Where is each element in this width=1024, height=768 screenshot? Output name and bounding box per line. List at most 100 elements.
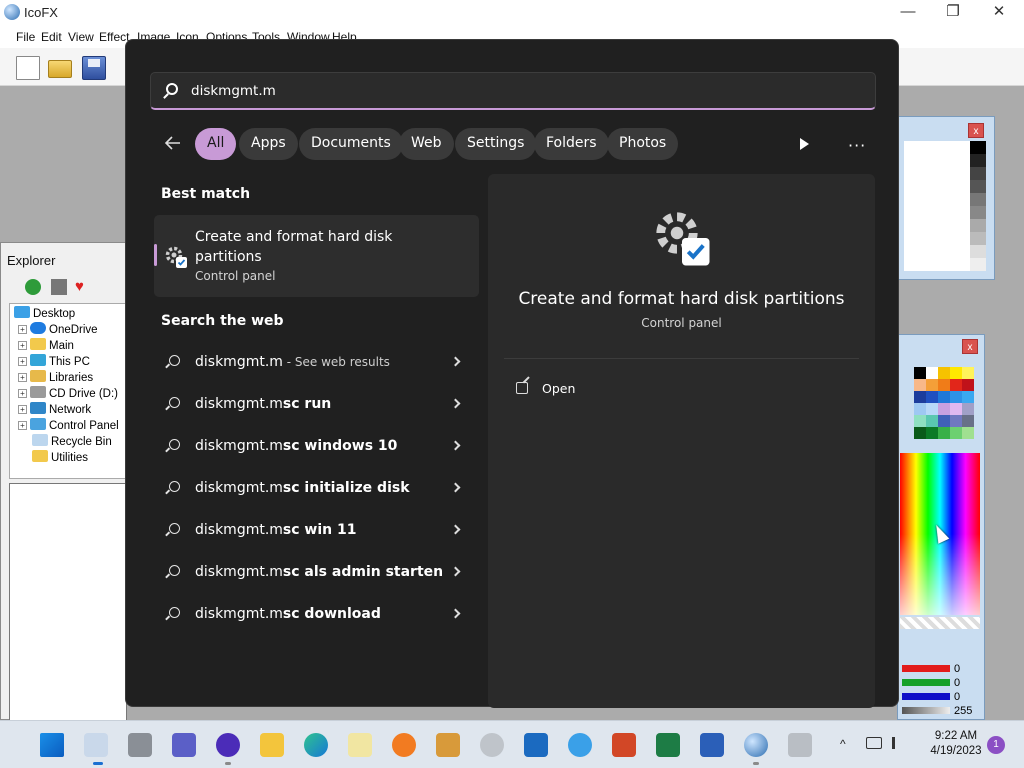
back-arrow-icon[interactable] [164, 134, 182, 152]
search-icon [169, 481, 180, 492]
tree-item-onedrive[interactable]: + OneDrive [18, 322, 98, 338]
chevron-right-icon [450, 482, 461, 493]
archive-box-icon[interactable] [436, 733, 460, 757]
word-icon[interactable] [700, 733, 724, 757]
tree-item-recycle-bin[interactable]: Recycle Bin [32, 434, 112, 450]
notification-badge[interactable]: 1 [987, 736, 1005, 754]
web-result-label: diskmgmt.msc als admin starten [195, 564, 444, 580]
filter-apps[interactable]: Apps [239, 128, 298, 160]
menu-file[interactable]: File [16, 30, 35, 44]
filter-web[interactable]: Web [399, 128, 454, 160]
windows-start-icon[interactable] [40, 733, 64, 757]
disk-management-icon [165, 246, 187, 268]
refresh-icon[interactable] [25, 279, 41, 295]
menu-view[interactable]: View [68, 30, 94, 44]
open-action[interactable]: Open [504, 372, 859, 404]
color-swatches[interactable] [914, 367, 978, 443]
recycle-bin-icon [32, 434, 48, 446]
icofx-logo-icon [4, 4, 20, 20]
app-icon-blue[interactable] [568, 733, 592, 757]
tree-item-utilities[interactable]: Utilities [32, 450, 88, 466]
web-result-row[interactable]: diskmgmt.m - See web results [154, 343, 479, 381]
tree-item-network[interactable]: + Network [18, 402, 91, 418]
green-slider[interactable] [902, 679, 950, 686]
tree-item-libraries[interactable]: + Libraries [18, 370, 93, 386]
close-icon[interactable]: x [968, 123, 984, 138]
save-icon[interactable] [82, 56, 106, 80]
teams-chat-icon[interactable] [172, 733, 196, 757]
blue-slider[interactable] [902, 693, 950, 700]
powerpoint-icon[interactable] [612, 733, 636, 757]
chevron-right-icon [450, 524, 461, 535]
search-icon[interactable] [84, 733, 108, 757]
expand-icon[interactable]: + [18, 421, 27, 430]
app-icon-purple[interactable] [216, 733, 240, 757]
tray-overflow-chevron-icon[interactable]: ^ [840, 737, 846, 751]
search-box[interactable] [150, 72, 876, 110]
menu-edit[interactable]: Edit [41, 30, 62, 44]
web-result-label: diskmgmt.msc initialize disk [195, 480, 410, 496]
open-folder-icon[interactable] [48, 60, 72, 78]
new-file-icon[interactable] [16, 56, 40, 80]
file-explorer-icon[interactable] [260, 733, 284, 757]
expand-icon[interactable]: + [18, 357, 27, 366]
filter-photos[interactable]: Photos [607, 128, 679, 160]
chevron-right-icon [450, 398, 461, 409]
tree-item-this-pc[interactable]: + This PC [18, 354, 90, 370]
close-icon[interactable]: x [962, 339, 978, 354]
explorer-title: Explorer [7, 253, 56, 268]
volume-muted-icon[interactable] [892, 737, 906, 749]
task-view-icon[interactable] [128, 733, 152, 757]
expand-icon[interactable]: + [18, 325, 27, 334]
search-web-heading: Search the web [161, 313, 284, 329]
tree-item-desktop[interactable]: Desktop [14, 306, 75, 322]
filter-folders[interactable]: Folders [534, 128, 609, 160]
web-result-row[interactable]: diskmgmt.msc download [154, 595, 479, 633]
alpha-strip[interactable] [900, 617, 980, 629]
best-match-type: Control panel [195, 269, 276, 283]
notepad-icon[interactable] [348, 733, 372, 757]
play-icon[interactable] [800, 138, 809, 150]
grayscale-swatches[interactable] [970, 141, 986, 271]
filter-all[interactable]: All [195, 128, 237, 160]
web-result-row[interactable]: diskmgmt.msc windows 10 [154, 427, 479, 465]
filter-bar: All Apps Documents Web Settings Folders … [126, 128, 898, 160]
close-button[interactable]: ✕ [976, 0, 1022, 26]
app-icon-orange[interactable] [392, 733, 416, 757]
powershell-icon[interactable] [524, 733, 548, 757]
favorite-heart-icon[interactable]: ♥ [75, 279, 91, 295]
network-icon [30, 402, 46, 414]
alpha-slider[interactable] [902, 707, 950, 714]
menu-effect[interactable]: Effect [99, 30, 129, 44]
tree-item-control-panel[interactable]: + Control Panel [18, 418, 119, 434]
more-options-icon[interactable]: ··· [848, 136, 866, 155]
web-result-row[interactable]: diskmgmt.msc win 11 [154, 511, 479, 549]
rename-icon[interactable] [51, 279, 67, 295]
web-result-row[interactable]: diskmgmt.msc initialize disk [154, 469, 479, 507]
app-icon-gray[interactable] [480, 733, 504, 757]
desktop-icon [14, 306, 30, 318]
maximize-button[interactable]: ❐ [930, 0, 976, 26]
minimize-button[interactable]: — [885, 0, 931, 26]
icofx-taskbar-icon[interactable] [744, 733, 768, 757]
folder-icon [30, 338, 46, 350]
filter-settings[interactable]: Settings [455, 128, 537, 160]
search-input[interactable] [191, 80, 851, 102]
best-match-result[interactable]: Create and format hard disk partitions C… [154, 215, 479, 297]
filter-documents[interactable]: Documents [299, 128, 403, 160]
expand-icon[interactable]: + [18, 389, 27, 398]
web-result-row[interactable]: diskmgmt.msc als admin starten [154, 553, 479, 591]
app-icon-printer[interactable] [788, 733, 812, 757]
web-result-label: diskmgmt.m - See web results [195, 354, 390, 370]
expand-icon[interactable]: + [18, 341, 27, 350]
edge-browser-icon[interactable] [304, 733, 328, 757]
tree-item-main[interactable]: + Main [18, 338, 74, 354]
red-slider[interactable] [902, 665, 950, 672]
web-result-row[interactable]: diskmgmt.msc run [154, 385, 479, 423]
expand-icon[interactable]: + [18, 373, 27, 382]
expand-icon[interactable]: + [18, 405, 27, 414]
excel-icon[interactable] [656, 733, 680, 757]
clock[interactable]: 9:22 AM 4/19/2023 [920, 729, 992, 759]
network-icon[interactable] [866, 737, 882, 749]
tree-item-cd-drive[interactable]: + CD Drive (D:) [18, 386, 118, 402]
